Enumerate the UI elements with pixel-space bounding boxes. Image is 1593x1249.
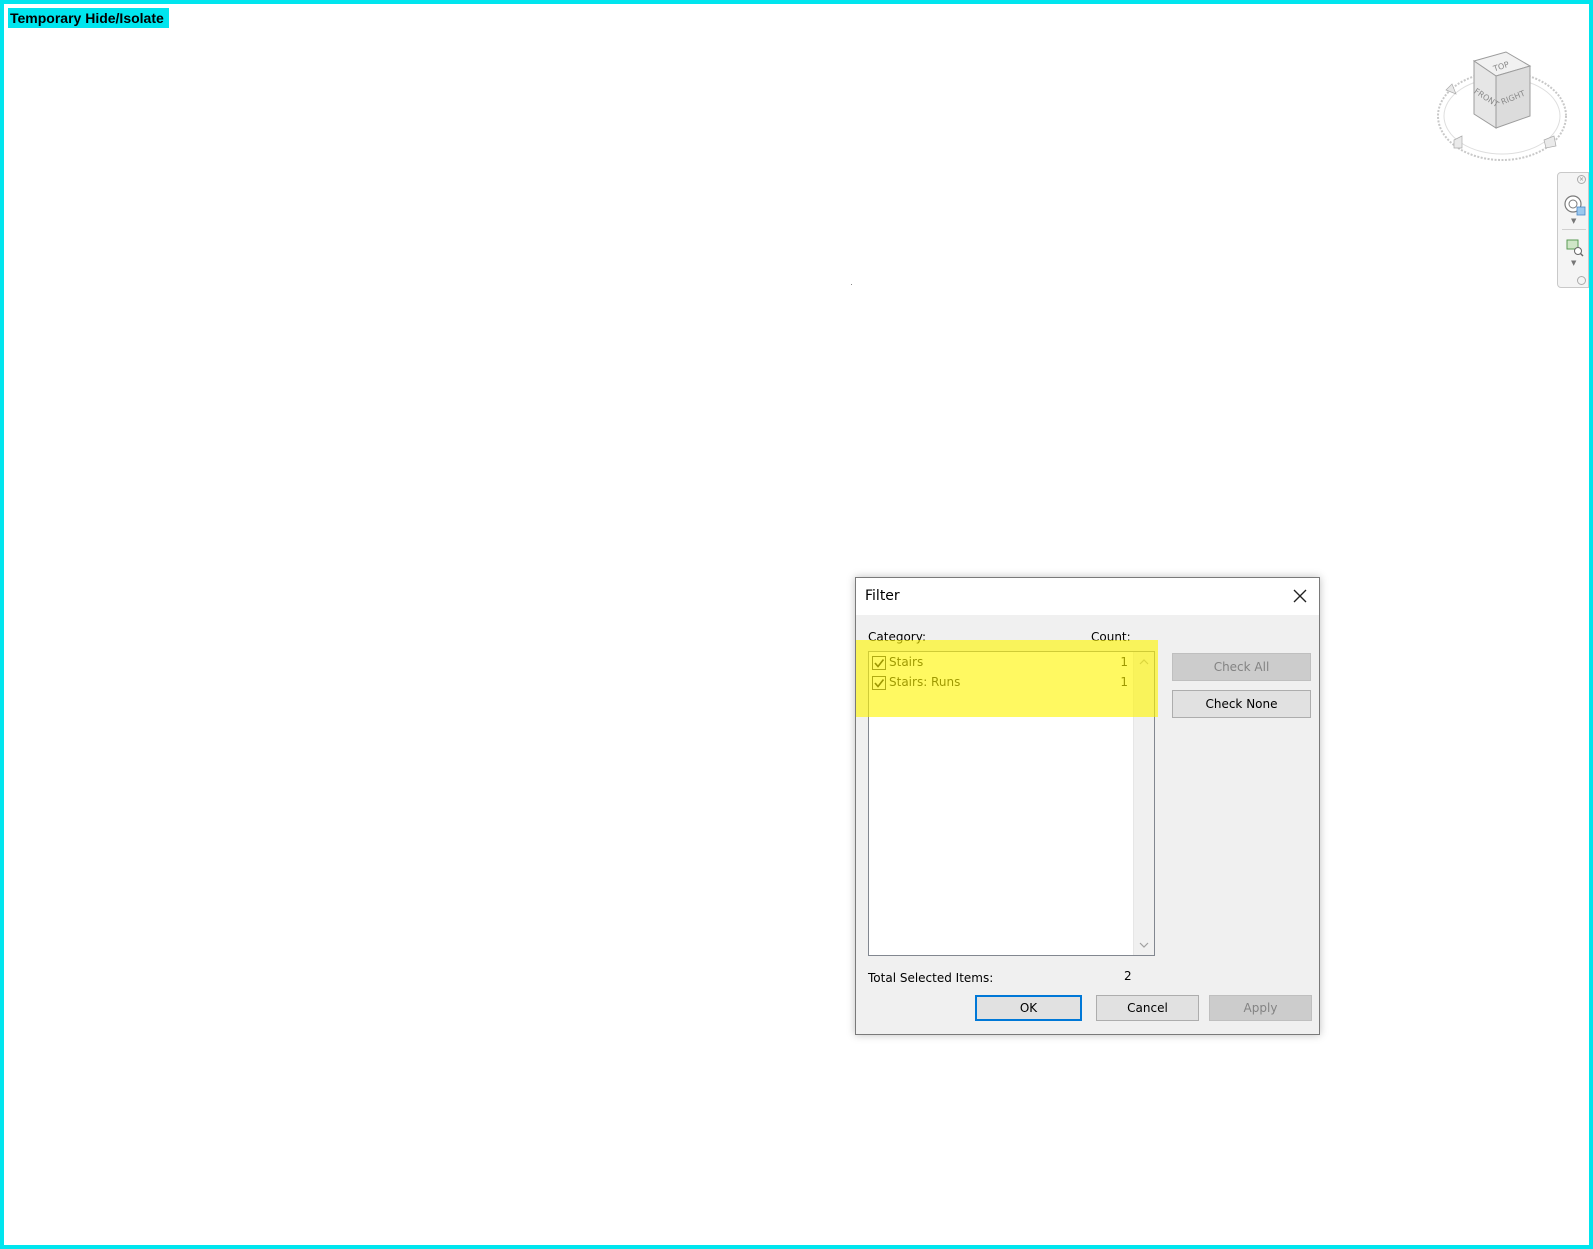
chevron-up-icon[interactable] — [1134, 652, 1154, 672]
navbar-close-icon[interactable]: × — [1577, 175, 1586, 184]
zoom-dropdown-icon[interactable]: ▼ — [1571, 259, 1576, 267]
check-all-button[interactable]: Check All — [1172, 653, 1311, 681]
list-item-count: 1 — [1120, 675, 1128, 689]
category-list[interactable]: Stairs 1 Stairs: Runs 1 — [868, 651, 1155, 956]
list-item-name: Stairs — [889, 655, 924, 669]
count-header: Count: — [1091, 630, 1131, 644]
view-canvas[interactable]: Temporary Hide/Isolate — [0, 0, 1593, 1249]
list-scrollbar[interactable] — [1133, 652, 1154, 955]
check-none-button[interactable]: Check None — [1172, 690, 1311, 718]
navbar-options-icon[interactable] — [1577, 276, 1586, 285]
temporary-hide-isolate-label: Temporary Hide/Isolate — [8, 8, 169, 28]
cancel-button[interactable]: Cancel — [1096, 995, 1199, 1021]
stairs-runs-checkbox[interactable] — [872, 676, 886, 690]
list-item-count: 1 — [1120, 655, 1128, 669]
navbar-separator — [1562, 229, 1586, 230]
list-item[interactable]: Stairs 1 — [869, 653, 1134, 673]
total-selected-value: 2 — [1124, 969, 1132, 983]
list-item[interactable]: Stairs: Runs 1 — [869, 673, 1134, 693]
category-header: Category: — [868, 630, 926, 644]
model-point — [851, 284, 852, 285]
list-item-name: Stairs: Runs — [889, 675, 961, 689]
close-icon[interactable] — [1289, 585, 1311, 607]
home-icon[interactable] — [1453, 135, 1463, 149]
dialog-title: Filter — [865, 588, 900, 604]
navigation-bar: × ▼ ▼ — [1557, 172, 1589, 288]
full-navigation-wheel-icon[interactable] — [1564, 195, 1586, 217]
filter-dialog: Filter Category: Count: Stairs 1 Stairs:… — [855, 577, 1320, 1035]
apply-button[interactable]: Apply — [1209, 995, 1312, 1021]
wheel-dropdown-icon[interactable]: ▼ — [1571, 217, 1576, 225]
total-selected-label: Total Selected Items: — [868, 971, 994, 985]
chevron-down-icon[interactable] — [1134, 935, 1154, 955]
viewcube[interactable]: TOP FRONT RIGHT — [1432, 44, 1572, 164]
checkmark-icon — [874, 659, 885, 668]
checkmark-icon — [874, 679, 885, 688]
dialog-titlebar[interactable]: Filter — [856, 578, 1319, 615]
ok-button[interactable]: OK — [975, 995, 1082, 1021]
stairs-checkbox[interactable] — [872, 656, 886, 670]
zoom-region-icon[interactable] — [1566, 239, 1584, 257]
